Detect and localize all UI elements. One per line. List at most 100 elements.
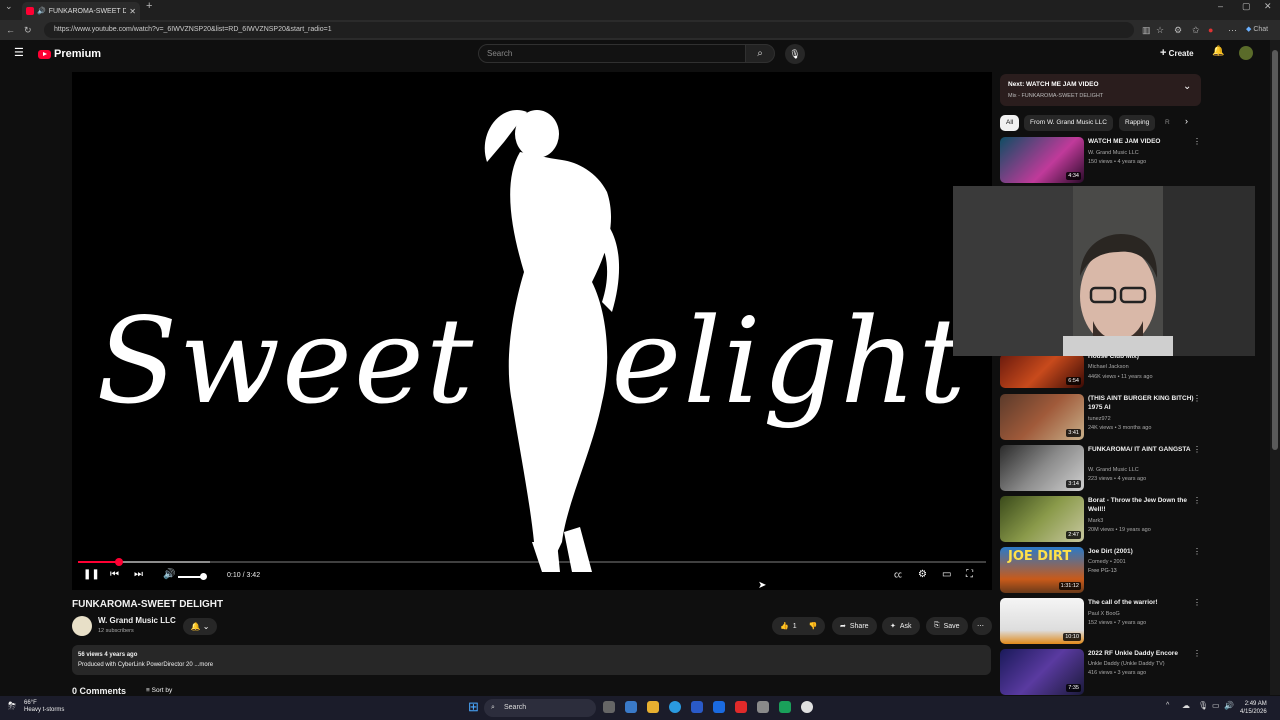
ask-button[interactable]: ✦ Ask [882,617,920,635]
chevron-right-icon[interactable]: › [1185,116,1188,126]
browser-tab-bar: ⌄ 🔊 FUNKAROMA-SWEET DELIGHT ✕ + – ▢ ✕ [0,0,1280,20]
miniplayer-icon[interactable]: ▭ [942,569,951,580]
list-item[interactable]: 3:14 FUNKAROMA/ IT AINT GANGSTA W. Grand… [1000,445,1210,493]
speaker-icon[interactable]: 🔊 [1224,701,1234,710]
browser-tab[interactable]: 🔊 FUNKAROMA-SWEET DELIGHT ✕ [22,2,140,20]
edge-browser-icon[interactable] [669,701,681,713]
maximize-icon[interactable]: ▢ [1242,0,1251,16]
youtube-app-icon[interactable] [735,701,747,713]
like-button[interactable]: 👍 1 👎 [772,617,826,635]
captions-icon[interactable]: ㏄ [894,569,902,580]
more-vert-icon[interactable]: ⋮ [1193,547,1201,556]
dislike-icon[interactable]: 👎 [809,622,818,630]
scrubber-handle[interactable] [114,558,123,566]
fullscreen-icon[interactable]: ⛶ [966,569,973,580]
copilot-button[interactable]: ◆ Chat [1246,20,1268,40]
youtube-logo[interactable]: Premium [38,48,101,60]
scrollbar-thumb[interactable] [1272,50,1278,450]
more-vert-icon[interactable]: ⋮ [1193,137,1201,146]
next-icon[interactable]: ⏭ [134,569,143,580]
voice-search-button[interactable]: 🎙 [785,44,805,64]
chrome-icon[interactable] [801,701,813,713]
settings-gear-icon[interactable]: ⚙ [918,569,927,580]
page-scrollbar[interactable] [1270,40,1280,695]
bell-icon: 🔔 [190,622,201,631]
menu-icon[interactable]: ☰ [14,46,24,59]
pause-icon[interactable]: ❚❚ [83,569,100,580]
avatar[interactable] [1239,46,1253,60]
new-tab-icon[interactable]: + [146,0,152,16]
windows-start-icon[interactable]: ⊞ [468,699,479,715]
mic-tray-icon[interactable]: 🎙 [1198,701,1208,710]
search-button[interactable]: ⌕ [745,44,775,63]
task-view-icon[interactable] [603,701,615,713]
app-icon[interactable] [757,701,769,713]
previous-icon[interactable]: ⏮ [110,569,119,580]
volume-icon[interactable]: 🔊 [163,569,175,580]
list-item[interactable]: 4:34 WATCH ME JAM VIDEO W. Grand Music L… [1000,137,1210,185]
save-label: Save [943,622,960,630]
back-icon[interactable]: ← [6,20,15,40]
more-icon[interactable]: ⋯ [1228,20,1237,40]
audio-playing-icon[interactable]: 🔊 [37,7,46,15]
notifications-bell-icon[interactable]: 🔔 [1212,46,1224,57]
volume-slider[interactable] [178,573,207,580]
more-actions-button[interactable]: ⋯ [972,617,992,635]
list-item[interactable]: 3:41 (THIS AINT BURGER KING BITCH) 1975 … [1000,394,1210,442]
favorites-list-icon[interactable]: ✩ [1192,20,1200,40]
sort-by-button[interactable]: ≡ Sort by [146,687,172,694]
subscription-bell-button[interactable]: 🔔 ⌄ [183,618,217,635]
list-item[interactable]: 10:10 The call of the warrior! Paul X Bo… [1000,598,1210,646]
list-item[interactable]: 2:47 Borat - Throw the Jew Down the Well… [1000,496,1210,544]
webcam-overlay [953,186,1255,356]
minimize-icon[interactable]: – [1218,0,1223,16]
file-explorer-icon[interactable] [647,701,659,713]
weather-widget[interactable]: 66°F Heavy t-storms [24,700,64,714]
copilot-taskbar-icon[interactable] [625,701,637,713]
create-button[interactable]: + Create [1160,47,1194,59]
chevron-down-icon[interactable]: ⌄ [1183,81,1191,92]
channel-avatar[interactable] [72,616,92,636]
more-vert-icon[interactable]: ⋮ [1193,649,1201,658]
search-input[interactable]: Search [478,44,746,63]
chip-rapping[interactable]: Rapping [1119,115,1156,131]
onedrive-icon[interactable]: ☁ [1182,701,1190,710]
channel-name[interactable]: W. Grand Music LLC [98,616,176,625]
window-close-icon[interactable]: ✕ [1264,0,1272,16]
list-item[interactable]: 7:35 2022 RF Unkle Daddy Encore Unkle Da… [1000,649,1210,695]
chip-all[interactable]: All [1000,115,1020,131]
profile-icon[interactable]: ● [1208,20,1213,40]
volume-knob[interactable] [200,573,207,580]
mouse-cursor-icon: ➤ [758,580,767,591]
url-field[interactable]: https://www.youtube.com/watch?v=_6IWVZNS… [44,22,1134,38]
store-icon[interactable] [691,701,703,713]
taskbar-search[interactable]: ⌕ Search [484,699,596,717]
tray-overflow-icon[interactable]: ^ [1166,702,1169,709]
split-view-icon[interactable]: ▥ [1142,20,1151,40]
list-item[interactable]: JOE DIRT 1:31:12 Joe Dirt (2001) Comedy … [1000,547,1210,595]
save-button[interactable]: ⎘ Save [926,617,968,635]
reload-icon[interactable]: ↻ [24,20,32,40]
terminal-icon[interactable] [779,701,791,713]
share-button[interactable]: ➦ Share [832,617,877,635]
extensions-icon[interactable]: ⚙ [1174,20,1182,40]
more-vert-icon[interactable]: ⋮ [1193,445,1201,454]
mail-icon[interactable] [713,701,725,713]
weather-icon[interactable]: ⛈ [8,701,16,712]
chip-from-channel[interactable]: From W. Grand Music LLC [1024,115,1113,131]
more-horizontal-icon: ⋯ [977,623,984,630]
favorite-icon[interactable]: ☆ [1156,20,1164,40]
description-box[interactable]: 56 views 4 years ago Produced with Cyber… [72,645,991,675]
network-icon[interactable]: ▭ [1212,701,1220,710]
chip-partial[interactable]: R [1163,115,1173,131]
more-vert-icon[interactable]: ⋮ [1193,598,1201,607]
progress-bar[interactable] [78,558,986,566]
video-player[interactable]: Sweet Delight ❚❚ ⏮ ⏭ 🔊 0:10 / 3:42 ㏄ ⚙ ▭… [72,72,992,590]
more-vert-icon[interactable]: ⋮ [1193,394,1201,403]
close-tab-icon[interactable]: ✕ [129,7,136,16]
sparkle-icon: ✦ [890,623,896,630]
up-next-panel[interactable]: Next: WATCH ME JAM VIDEO Mix - FUNKAROMA… [1000,74,1201,106]
clock[interactable]: 2:49 AM 4/15/2026 [1240,700,1267,716]
more-vert-icon[interactable]: ⋮ [1193,496,1201,505]
tab-list-icon[interactable]: ⌄ [5,0,13,16]
